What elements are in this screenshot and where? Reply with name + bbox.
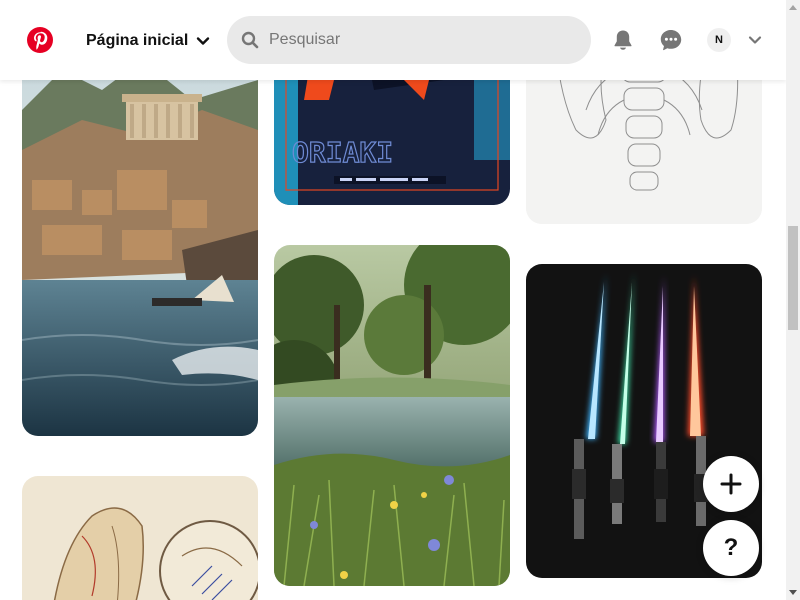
plus-icon [720, 473, 742, 495]
pin-anatomy-sketch[interactable] [22, 476, 258, 600]
page-scrollbar[interactable] [786, 0, 800, 600]
messages-button[interactable] [647, 16, 695, 64]
pin-forest-stream[interactable] [274, 245, 510, 586]
scroll-up-button[interactable] [786, 0, 800, 14]
pin-feed: ORIAKI [0, 0, 786, 600]
chevron-down-icon [748, 36, 762, 44]
pin-greek-city-harbor[interactable] [22, 40, 258, 436]
notifications-button[interactable] [599, 16, 647, 64]
caret-up-icon [789, 5, 797, 10]
search-bar[interactable] [227, 16, 591, 64]
profile-button[interactable]: N [695, 16, 743, 64]
bell-icon [614, 30, 632, 50]
help-button[interactable]: ? [703, 520, 759, 576]
create-button[interactable] [703, 456, 759, 512]
speech-bubble-icon [660, 30, 682, 51]
chevron-down-icon [197, 37, 210, 45]
search-input[interactable] [267, 30, 577, 50]
pinterest-logo-icon [27, 27, 53, 53]
home-menu-button[interactable]: Página inicial [74, 20, 222, 62]
caret-down-icon [789, 590, 797, 595]
help-label: ? [723, 534, 739, 561]
top-header: Página inicial N [0, 0, 786, 80]
pin-image [22, 476, 258, 600]
avatar: N [707, 28, 731, 52]
search-icon [241, 31, 259, 49]
svg-text:ORIAKI: ORIAKI [292, 136, 393, 169]
scroll-down-button[interactable] [786, 586, 800, 600]
account-options-button[interactable] [743, 28, 767, 52]
pin-image [274, 245, 510, 586]
scroll-thumb[interactable] [788, 226, 798, 330]
pinterest-logo[interactable] [26, 26, 54, 54]
pin-image [22, 40, 258, 436]
home-menu-label: Página inicial [86, 32, 189, 49]
